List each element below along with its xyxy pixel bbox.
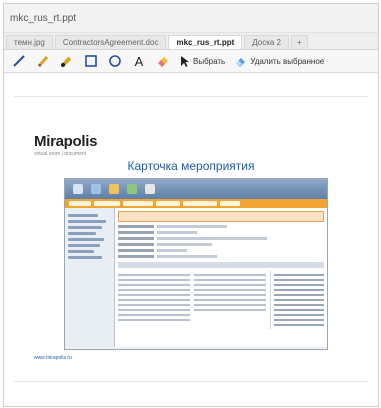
text-tool-glyph: A bbox=[134, 53, 144, 69]
cursor-icon bbox=[181, 56, 189, 67]
presentation-canvas[interactable]: Mirapolis virtual room | document Карточ… bbox=[4, 74, 378, 406]
delete-selected-label: Удалить выбранное bbox=[250, 56, 325, 66]
drawing-toolbar: A Выбрать Удалить выбранное bbox=[4, 50, 378, 73]
pen-icon[interactable] bbox=[12, 54, 26, 68]
screenshot-icon bbox=[127, 184, 137, 194]
brand-logo: Mirapolis bbox=[34, 133, 98, 150]
screenshot-main bbox=[115, 208, 327, 347]
screenshot-sidebar bbox=[65, 208, 115, 347]
tab-bar: темн.jpg ContractorsAgreement.doc mkc_ru… bbox=[4, 33, 378, 50]
tab-temn-jpg[interactable]: темн.jpg bbox=[6, 35, 53, 49]
window-title: mkc_rus_rt.ppt bbox=[10, 12, 77, 24]
delete-selected-button[interactable]: Удалить выбранное bbox=[235, 55, 324, 67]
screenshot-subtabs bbox=[118, 262, 324, 268]
screenshot-body bbox=[65, 208, 327, 347]
app-screenshot bbox=[64, 178, 328, 350]
screenshot-alert bbox=[118, 211, 324, 222]
screenshot-icon bbox=[145, 184, 155, 194]
select-label: Выбрать bbox=[193, 56, 226, 66]
tab-mkc-rus-rt[interactable]: mkc_rus_rt.ppt bbox=[168, 35, 243, 49]
screenshot-icon bbox=[91, 184, 101, 194]
circle-icon[interactable] bbox=[108, 54, 122, 68]
tab-contractors-agreement[interactable]: ContractorsAgreement.doc bbox=[54, 35, 167, 49]
slide: Mirapolis virtual room | document Карточ… bbox=[14, 96, 368, 382]
screenshot-right-list bbox=[270, 271, 324, 329]
slide-title: Карточка мероприятия bbox=[127, 159, 255, 173]
tab-board-2[interactable]: Доска 2 bbox=[244, 35, 290, 49]
screenshot-icon bbox=[73, 184, 83, 194]
screenshot-nav bbox=[65, 199, 327, 208]
screenshot-header bbox=[65, 179, 327, 199]
marker-icon[interactable] bbox=[60, 54, 74, 68]
brand-subtitle: virtual room | document bbox=[34, 151, 87, 157]
pencil-icon[interactable] bbox=[36, 54, 50, 68]
title-bar: mkc_rus_rt.ppt bbox=[4, 4, 378, 33]
text-icon[interactable]: A bbox=[132, 53, 146, 69]
viewer-window: mkc_rus_rt.ppt темн.jpg ContractorsAgree… bbox=[3, 3, 379, 407]
add-tab-button[interactable]: + bbox=[291, 35, 308, 49]
select-button[interactable]: Выбрать bbox=[180, 55, 225, 67]
rectangle-icon[interactable] bbox=[84, 54, 98, 68]
screenshot-icon bbox=[109, 184, 119, 194]
footer-link[interactable]: www.mirapolis.ru bbox=[34, 355, 72, 361]
eraser-icon[interactable] bbox=[156, 54, 170, 68]
eraser-clear-icon bbox=[236, 58, 246, 67]
